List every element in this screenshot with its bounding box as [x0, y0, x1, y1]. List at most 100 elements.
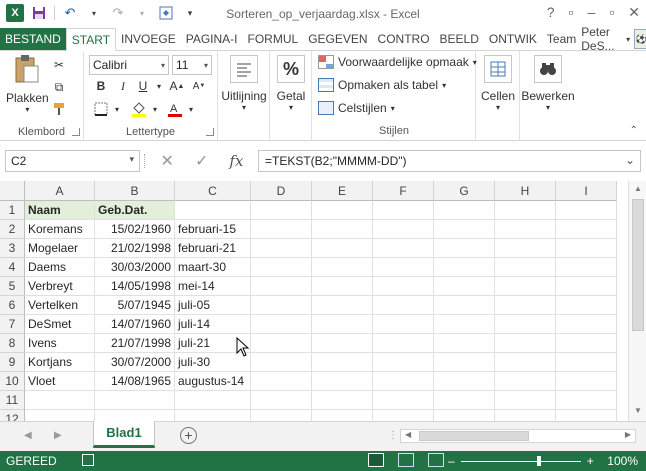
conditional-formatting-button[interactable]: Voorwaardelijke opmaak ▾ — [318, 55, 477, 69]
table-cell[interactable] — [312, 296, 373, 315]
table-cell[interactable]: 14/05/1998 — [95, 277, 175, 296]
table-cell[interactable]: 21/02/1998 — [95, 239, 175, 258]
row-header[interactable]: 8 — [0, 334, 25, 353]
tab-file[interactable]: BESTAND — [0, 28, 66, 50]
table-cell[interactable]: Ivens — [25, 334, 95, 353]
table-cell[interactable] — [556, 296, 617, 315]
table-cell[interactable]: maart-30 — [175, 258, 251, 277]
zoom-slider[interactable] — [460, 455, 581, 466]
page-layout-view-icon[interactable] — [398, 453, 414, 467]
table-cell[interactable] — [251, 220, 312, 239]
tab-split-handle[interactable]: ⋮ — [388, 430, 398, 441]
table-cell[interactable] — [312, 315, 373, 334]
table-cell[interactable] — [373, 201, 434, 220]
scroll-down-icon[interactable]: ▼ — [632, 406, 644, 418]
editing-button[interactable]: Bewerken ▾ — [521, 55, 575, 112]
enter-icon[interactable]: ✓ — [195, 151, 208, 171]
table-cell[interactable] — [556, 391, 617, 410]
table-cell[interactable] — [373, 277, 434, 296]
table-cell[interactable] — [312, 220, 373, 239]
table-cell[interactable] — [556, 277, 617, 296]
row-header[interactable]: 3 — [0, 239, 25, 258]
table-cell[interactable]: Vertelken — [25, 296, 95, 315]
row-header[interactable]: 12 — [0, 410, 25, 421]
number-format-button[interactable]: % Getal ▾ — [274, 55, 308, 112]
table-cell[interactable] — [495, 239, 556, 258]
table-cell[interactable] — [373, 239, 434, 258]
table-cell[interactable] — [251, 277, 312, 296]
table-cell[interactable] — [312, 372, 373, 391]
table-cell[interactable] — [312, 410, 373, 421]
user-account[interactable]: Peter DeS... ▾ ⚽ — [581, 25, 646, 53]
select-all-button[interactable] — [0, 181, 25, 201]
dialog-launcher-icon[interactable] — [206, 128, 214, 136]
column-header[interactable]: H — [495, 181, 556, 201]
column-header[interactable]: A — [25, 181, 95, 201]
table-cell[interactable]: Daems — [25, 258, 95, 277]
table-cell[interactable] — [373, 334, 434, 353]
table-cell[interactable] — [556, 410, 617, 421]
table-cell[interactable] — [434, 391, 495, 410]
scroll-left-icon[interactable]: ◀ — [405, 430, 411, 439]
copy-icon[interactable]: ⧉ — [50, 78, 68, 96]
table-cell[interactable]: 21/07/1998 — [95, 334, 175, 353]
row-header[interactable]: 1 — [0, 201, 25, 220]
add-sheet-icon[interactable]: + — [180, 427, 197, 444]
table-cell[interactable] — [434, 220, 495, 239]
table-cell[interactable] — [373, 410, 434, 421]
table-cell[interactable] — [495, 296, 556, 315]
table-cell[interactable] — [495, 258, 556, 277]
table-cell[interactable] — [312, 258, 373, 277]
table-cell[interactable] — [373, 220, 434, 239]
table-cell[interactable] — [495, 391, 556, 410]
formula-input[interactable]: =TEKST(B2;"MMMM-DD") ⌄ — [258, 150, 641, 172]
font-size-select[interactable]: 11 ▾ — [172, 55, 212, 75]
table-cell[interactable]: Koremans — [25, 220, 95, 239]
table-cell[interactable] — [434, 239, 495, 258]
table-cell[interactable] — [373, 296, 434, 315]
cells-button[interactable]: Cellen ▾ — [480, 55, 516, 112]
format-painter-icon[interactable] — [50, 100, 68, 118]
underline-dropdown-icon[interactable]: ▾ — [150, 77, 168, 95]
table-cell[interactable] — [495, 315, 556, 334]
table-cell[interactable] — [434, 372, 495, 391]
table-cell[interactable] — [175, 201, 251, 220]
table-cell[interactable] — [373, 315, 434, 334]
table-cell[interactable] — [25, 391, 95, 410]
resize-handle[interactable] — [144, 154, 146, 168]
paste-button[interactable]: Plakken ▾ — [6, 55, 49, 114]
help-icon[interactable]: ? — [547, 4, 555, 21]
column-header[interactable]: B — [95, 181, 175, 201]
table-cell[interactable] — [312, 239, 373, 258]
table-cell[interactable] — [312, 353, 373, 372]
table-cell[interactable] — [312, 277, 373, 296]
minimize-icon[interactable]: – — [588, 4, 596, 21]
row-header[interactable]: 9 — [0, 353, 25, 372]
dialog-launcher-icon[interactable] — [72, 128, 80, 136]
table-cell[interactable] — [175, 391, 251, 410]
maximize-icon[interactable]: ▫ — [609, 4, 614, 21]
tab-view[interactable]: BEELD — [435, 28, 484, 50]
table-cell[interactable] — [495, 353, 556, 372]
alignment-button[interactable]: Uitlijning ▾ — [220, 55, 268, 112]
table-cell[interactable] — [251, 391, 312, 410]
table-cell[interactable]: Vloet — [25, 372, 95, 391]
table-cell[interactable]: februari-21 — [175, 239, 251, 258]
row-header[interactable]: 7 — [0, 315, 25, 334]
table-cell[interactable]: Naam — [25, 201, 95, 220]
tab-review[interactable]: CONTRO — [373, 28, 435, 50]
table-cell[interactable] — [373, 258, 434, 277]
table-cell[interactable] — [25, 410, 95, 421]
table-cell[interactable] — [495, 334, 556, 353]
table-cell[interactable]: Mogelaer — [25, 239, 95, 258]
table-cell[interactable]: 14/07/1960 — [95, 315, 175, 334]
table-cell[interactable] — [556, 334, 617, 353]
table-cell[interactable] — [251, 201, 312, 220]
table-cell[interactable] — [312, 334, 373, 353]
cell-styles-button[interactable]: Celstijlen ▾ — [318, 101, 395, 115]
table-cell[interactable] — [434, 410, 495, 421]
row-header[interactable]: 11 — [0, 391, 25, 410]
shrink-font-icon[interactable]: A ▼ — [190, 77, 208, 95]
table-cell[interactable]: februari-15 — [175, 220, 251, 239]
ribbon-display-icon[interactable]: ▫ — [569, 4, 574, 21]
